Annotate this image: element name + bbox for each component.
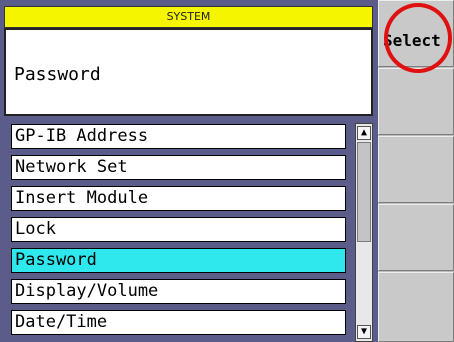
list-item-insert-module[interactable]: Insert Module xyxy=(11,186,346,211)
softkey-3[interactable] xyxy=(378,136,454,203)
value-text: Password xyxy=(14,64,101,85)
menu-list: GP-IB Address Network Set Insert Module … xyxy=(4,120,373,342)
triangle-down-icon[interactable]: ▼ xyxy=(357,325,371,339)
softkey-5[interactable] xyxy=(378,272,454,342)
softkey-2[interactable] xyxy=(378,68,454,135)
select-softkey-label: Select xyxy=(383,31,441,50)
triangle-up-icon[interactable]: ▲ xyxy=(357,126,371,140)
list-item-password[interactable]: Password xyxy=(11,248,346,273)
list-item-network-set[interactable]: Network Set xyxy=(11,155,346,180)
list-item-gpib-address[interactable]: GP-IB Address xyxy=(11,124,346,149)
list-item-date-time[interactable]: Date/Time xyxy=(11,310,346,335)
value-display: Password xyxy=(4,28,373,116)
menu-scrollbar[interactable]: ▲ ▼ xyxy=(355,123,373,342)
scroll-thumb[interactable] xyxy=(357,142,371,242)
list-item-lock[interactable]: Lock xyxy=(11,217,346,242)
instrument-screen: SYSTEM Password GP-IB Address Network Se… xyxy=(0,0,454,342)
softkey-4[interactable] xyxy=(378,204,454,271)
list-item-display-volume[interactable]: Display/Volume xyxy=(11,279,346,304)
softkey-column: Select xyxy=(378,0,454,342)
system-header: SYSTEM xyxy=(4,6,373,28)
select-softkey[interactable]: Select xyxy=(378,0,454,67)
